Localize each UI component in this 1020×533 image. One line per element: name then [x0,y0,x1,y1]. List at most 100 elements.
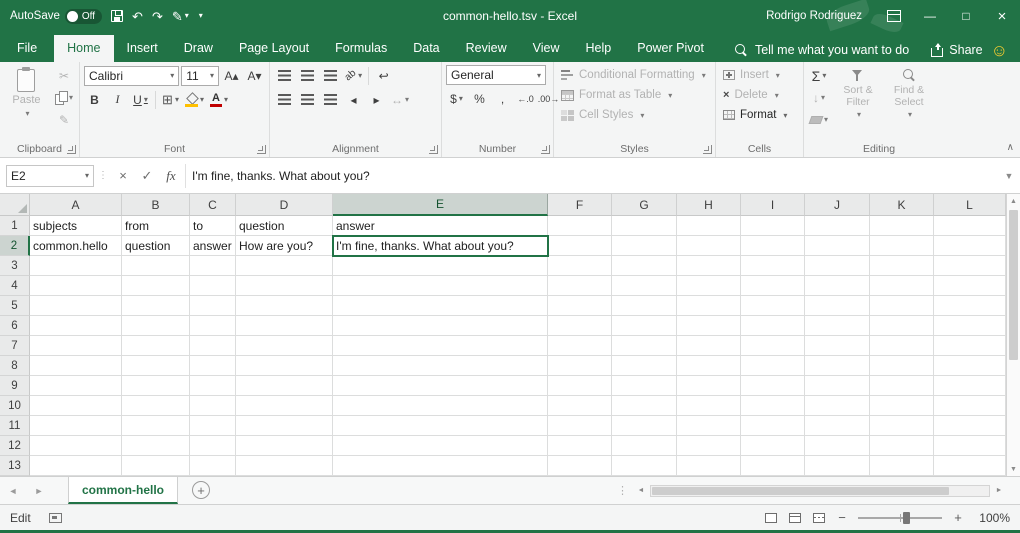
cell-D10[interactable] [236,396,333,416]
cell-F1[interactable] [548,216,612,236]
merge-center-button[interactable]: ↔▾ [389,89,411,110]
cell-K4[interactable] [870,276,934,296]
paste-button[interactable]: Paste ▾ [4,65,49,130]
cell-A10[interactable] [30,396,122,416]
minimize-button[interactable]: — [912,0,948,32]
column-header-C[interactable]: C [190,194,236,216]
cell-G2[interactable] [612,236,677,256]
row-header-9[interactable]: 9 [0,376,30,396]
expand-formula-bar-button[interactable]: ▼ [1000,171,1018,181]
cell-L8[interactable] [934,356,1006,376]
cell-J9[interactable] [805,376,870,396]
cell-A5[interactable] [30,296,122,316]
decrease-indent-button[interactable]: ◂ [343,89,364,110]
cell-J3[interactable] [805,256,870,276]
cell-J2[interactable] [805,236,870,256]
cell-C9[interactable] [190,376,236,396]
cell-H11[interactable] [677,416,741,436]
column-header-G[interactable]: G [612,194,677,216]
column-header-L[interactable]: L [934,194,1006,216]
scroll-left-button[interactable]: ◄ [634,484,648,498]
cell-D13[interactable] [236,456,333,476]
cell-E11[interactable] [333,416,548,436]
cell-F3[interactable] [548,256,612,276]
cell-C12[interactable] [190,436,236,456]
cell-A4[interactable] [30,276,122,296]
cell-K8[interactable] [870,356,934,376]
cell-F10[interactable] [548,396,612,416]
cell-L11[interactable] [934,416,1006,436]
font-size-select[interactable]: 11▾ [181,66,219,86]
cell-H4[interactable] [677,276,741,296]
cell-B13[interactable] [122,456,190,476]
cell-K5[interactable] [870,296,934,316]
cell-H13[interactable] [677,456,741,476]
delete-cells-button[interactable]: × Delete ▾ [720,85,799,105]
clipboard-dialog-launcher[interactable] [67,145,76,154]
vscroll-track[interactable] [1007,208,1020,462]
comma-style-button[interactable]: , [492,88,513,109]
cell-A11[interactable] [30,416,122,436]
tab-formulas[interactable]: Formulas [322,35,400,62]
collapse-ribbon-button[interactable]: ∧ [1007,142,1014,153]
top-align-button[interactable] [274,65,295,86]
cell-F11[interactable] [548,416,612,436]
hscroll-thumb[interactable] [652,487,949,495]
insert-function-button[interactable]: fx [161,166,181,186]
column-header-A[interactable]: A [30,194,122,216]
cell-I3[interactable] [741,256,805,276]
cell-D6[interactable] [236,316,333,336]
cell-L12[interactable] [934,436,1006,456]
cell-C3[interactable] [190,256,236,276]
cell-F6[interactable] [548,316,612,336]
cell-G9[interactable] [612,376,677,396]
cell-K1[interactable] [870,216,934,236]
save-button[interactable] [111,10,123,22]
cut-button[interactable]: ✂ [53,65,75,86]
font-color-button[interactable]: A▾ [208,89,230,110]
cell-C2[interactable]: answer [190,236,236,256]
cell-D4[interactable] [236,276,333,296]
column-header-B[interactable]: B [122,194,190,216]
align-right-button[interactable] [320,89,341,110]
cell-C10[interactable] [190,396,236,416]
cell-D8[interactable] [236,356,333,376]
name-box[interactable]: E2 ▾ [6,165,94,187]
row-header-10[interactable]: 10 [0,396,30,416]
cell-G13[interactable] [612,456,677,476]
cell-A12[interactable] [30,436,122,456]
cell-D9[interactable] [236,376,333,396]
cell-H12[interactable] [677,436,741,456]
cell-J11[interactable] [805,416,870,436]
cell-B9[interactable] [122,376,190,396]
cell-L9[interactable] [934,376,1006,396]
cell-J12[interactable] [805,436,870,456]
cell-D2[interactable]: How are you? [236,236,333,256]
cell-J10[interactable] [805,396,870,416]
row-header-3[interactable]: 3 [0,256,30,276]
cell-E4[interactable] [333,276,548,296]
tab-insert[interactable]: Insert [114,35,171,62]
column-header-K[interactable]: K [870,194,934,216]
cell-L6[interactable] [934,316,1006,336]
format-as-table-button[interactable]: Format as Table ▾ [558,85,711,105]
row-header-7[interactable]: 7 [0,336,30,356]
cell-I11[interactable] [741,416,805,436]
underline-button[interactable]: U▾ [130,89,151,110]
zoom-slider-handle[interactable] [903,512,910,524]
cell-L7[interactable] [934,336,1006,356]
formula-input[interactable]: I'm fine, thanks. What about you? [185,164,996,188]
select-all-corner[interactable] [0,194,30,216]
copy-button[interactable]: ▾ [53,87,75,108]
cell-A3[interactable] [30,256,122,276]
page-break-view-button[interactable] [811,512,826,524]
cell-E12[interactable] [333,436,548,456]
cancel-button[interactable]: × [113,166,133,186]
cell-C13[interactable] [190,456,236,476]
page-layout-view-button[interactable] [787,512,802,524]
cell-L1[interactable] [934,216,1006,236]
format-cells-button[interactable]: Format ▾ [720,105,799,125]
vscroll-thumb[interactable] [1009,210,1018,360]
sort-filter-button[interactable]: Sort & Filter ▾ [833,65,883,130]
column-header-E[interactable]: E [333,194,548,216]
